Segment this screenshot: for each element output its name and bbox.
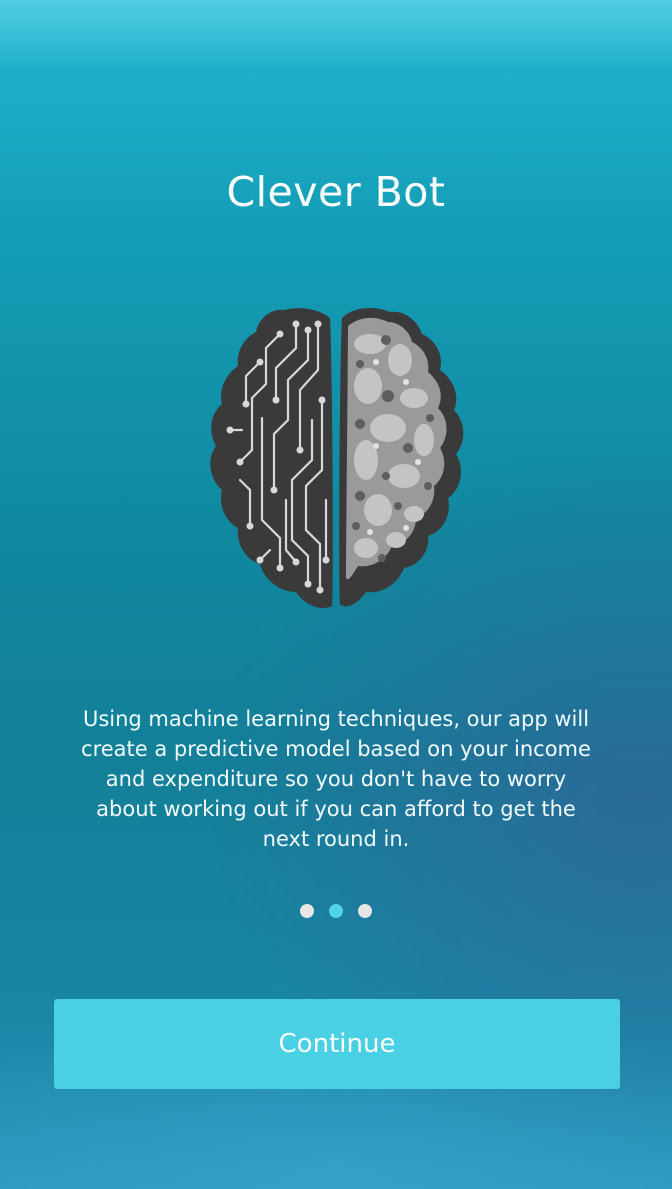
- onboarding-description: Using machine learning techniques, our a…: [81, 707, 591, 851]
- page-title: Clever Bot: [226, 168, 446, 216]
- page-dot-2-active[interactable]: [329, 904, 343, 918]
- brain-circuit-icon: [200, 300, 472, 618]
- continue-button[interactable]: Continue: [54, 999, 620, 1089]
- page-indicator: [0, 904, 672, 918]
- status-bar-glow: [0, 0, 672, 70]
- page-dot-1[interactable]: [300, 904, 314, 918]
- page-dot-3[interactable]: [358, 904, 372, 918]
